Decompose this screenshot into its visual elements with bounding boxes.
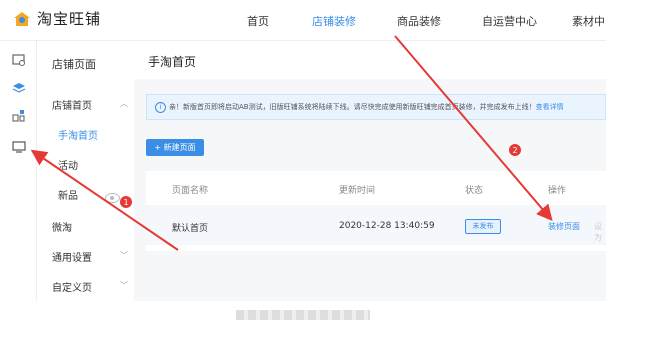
annotation-marker-2-label: 2 [512,146,517,155]
annotation-overlay: 1 2 [30,35,553,251]
annotation-marker-1-label: 1 [123,198,128,207]
annotation-arrow-2 [394,35,553,222]
annotation-arrow-1 [30,149,179,251]
